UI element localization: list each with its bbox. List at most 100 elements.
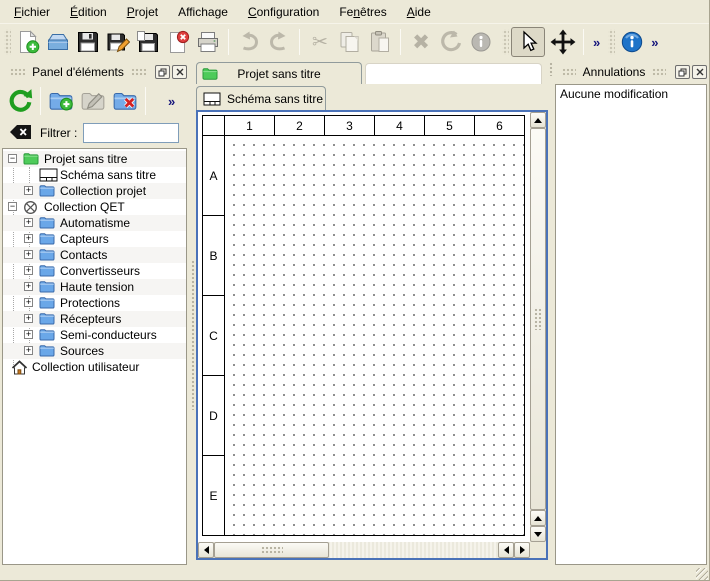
close-file-button[interactable] (163, 27, 193, 57)
tree-item-sources[interactable]: +Sources (3, 343, 186, 359)
new-document-icon (16, 30, 40, 54)
expand-expander[interactable]: + (24, 266, 33, 275)
save-all-button[interactable] (133, 27, 163, 57)
expand-expander[interactable]: + (24, 314, 33, 323)
delete-category-button[interactable] (109, 85, 141, 117)
expand-expander[interactable]: + (24, 298, 33, 307)
vertical-scrollbar[interactable] (530, 112, 546, 542)
print-button[interactable] (193, 27, 223, 57)
scroll-up-button[interactable] (530, 112, 546, 128)
undo-dock-titlebar[interactable]: Annulations (552, 62, 710, 82)
tree-item-capteurs[interactable]: +Capteurs (3, 231, 186, 247)
tree-item-convertisseurs[interactable]: +Convertisseurs (3, 263, 186, 279)
reload-collections-button[interactable] (4, 85, 36, 117)
toolbar-drag-handle[interactable] (608, 29, 615, 55)
menu-affichage[interactable]: Affichage (168, 2, 238, 22)
scroll-left-button-2[interactable] (498, 542, 514, 558)
tree-item-collection-qet[interactable]: −Collection QET (3, 199, 186, 215)
expand-expander[interactable]: + (24, 250, 33, 259)
toolbar-drag-handle[interactable] (4, 29, 11, 55)
collections-toolbar-overflow-button[interactable]: » (164, 94, 179, 109)
tab-schema-label: Schéma sans titre (227, 92, 323, 106)
tree-item-schema-sans-titre[interactable]: Schéma sans titre (3, 167, 186, 183)
tree-item-haute-tension[interactable]: +Haute tension (3, 279, 186, 295)
toolbar-drag-handle[interactable] (502, 29, 509, 55)
arrow-left-icon (204, 546, 209, 554)
collapse-expander[interactable]: − (8, 202, 17, 211)
horizontal-scrollbar[interactable] (198, 542, 530, 558)
scroll-up-button-2[interactable] (530, 510, 546, 526)
schema-icon (203, 92, 221, 106)
horizontal-scrollbar-thumb[interactable] (214, 542, 329, 558)
menu-projet[interactable]: Projet (117, 2, 168, 22)
expand-expander[interactable]: + (24, 218, 33, 227)
resize-grip-icon[interactable] (696, 568, 708, 580)
tab-schema[interactable]: Schéma sans titre (196, 86, 326, 110)
filter-label: Filtrer : (40, 126, 77, 140)
grid-row-label: E (202, 455, 225, 536)
elements-tree[interactable]: −Projet sans titreSchéma sans titre+Coll… (2, 148, 187, 565)
new-project-button[interactable] (13, 27, 43, 57)
tree-item-collection-projet[interactable]: +Collection projet (3, 183, 186, 199)
diagram-info-button[interactable] (617, 27, 647, 57)
dock-close-button[interactable] (692, 65, 707, 79)
save-as-button[interactable] (103, 27, 133, 57)
tree-item-recepteurs[interactable]: +Récepteurs (3, 311, 186, 327)
dock-float-button[interactable] (155, 65, 170, 79)
element-info-button[interactable] (466, 27, 496, 57)
tree-item-label: Projet sans titre (44, 151, 127, 167)
tree-item-automatisme[interactable]: +Automatisme (3, 215, 186, 231)
undo-history-list[interactable]: Aucune modification (555, 84, 707, 565)
menu-edition[interactable]: Édition (60, 2, 117, 22)
select-tool-button[interactable] (511, 27, 545, 57)
tree-item-projet-sans-titre[interactable]: − Projet sans titre (3, 151, 186, 167)
open-project-button[interactable] (43, 27, 73, 57)
save-button[interactable] (73, 27, 103, 57)
reload-icon (7, 87, 33, 116)
redo-button[interactable] (264, 27, 294, 57)
new-category-button[interactable] (45, 85, 77, 117)
copy-button[interactable] (335, 27, 365, 57)
clear-filter-button[interactable] (8, 124, 32, 142)
schema-canvas[interactable]: 123456ABCDE (196, 110, 548, 560)
undo-button[interactable] (234, 27, 264, 57)
tree-item-contacts[interactable]: +Contacts (3, 247, 186, 263)
vertical-scrollbar-thumb[interactable] (530, 128, 546, 510)
toolbar-separator (299, 29, 300, 55)
cut-button[interactable]: ✂ (305, 27, 335, 57)
expand-expander[interactable]: + (24, 330, 33, 339)
move-tool-button[interactable] (548, 27, 578, 57)
filter-input[interactable] (83, 123, 179, 143)
copy-icon (338, 30, 362, 54)
scroll-left-button[interactable] (198, 542, 214, 558)
edit-category-button[interactable] (77, 85, 109, 117)
diagram-dot-grid[interactable] (224, 135, 525, 536)
expand-expander[interactable]: + (24, 346, 33, 355)
arrow-down-icon (534, 532, 542, 537)
tree-item-semi-conducteurs[interactable]: +Semi-conducteurs (3, 327, 186, 343)
undo-history-item: Aucune modification (560, 87, 702, 101)
delete-button[interactable]: ✖ (406, 27, 436, 57)
menu-fenetres[interactable]: Fenêtres (329, 2, 396, 22)
tab-project[interactable]: Projet sans titre (196, 62, 362, 84)
expand-expander[interactable]: + (24, 282, 33, 291)
expand-expander[interactable]: + (24, 186, 33, 195)
rotate-button[interactable] (436, 27, 466, 57)
close-icon (176, 68, 184, 76)
paste-button[interactable] (365, 27, 395, 57)
expand-expander[interactable]: + (24, 234, 33, 243)
scroll-down-button[interactable] (530, 526, 546, 542)
tree-item-protections[interactable]: +Protections (3, 295, 186, 311)
toolbar-overflow-button[interactable]: » (647, 35, 662, 50)
menu-configuration[interactable]: Configuration (238, 2, 329, 22)
elements-panel-titlebar[interactable]: Panel d'éléments (0, 62, 190, 82)
collapse-expander[interactable]: − (8, 154, 17, 163)
menu-fichier[interactable]: Fichier (4, 2, 60, 22)
dock-close-button[interactable] (172, 65, 187, 79)
qelectrotech-window: FichierÉditionProjetAffichageConfigurati… (0, 0, 710, 581)
dock-float-button[interactable] (675, 65, 690, 79)
menu-aide[interactable]: Aide (397, 2, 441, 22)
tree-item-collection-utilisateur[interactable]: Collection utilisateur (3, 359, 186, 375)
toolbar-overflow-button[interactable]: » (589, 35, 604, 50)
scroll-right-button[interactable] (514, 542, 530, 558)
